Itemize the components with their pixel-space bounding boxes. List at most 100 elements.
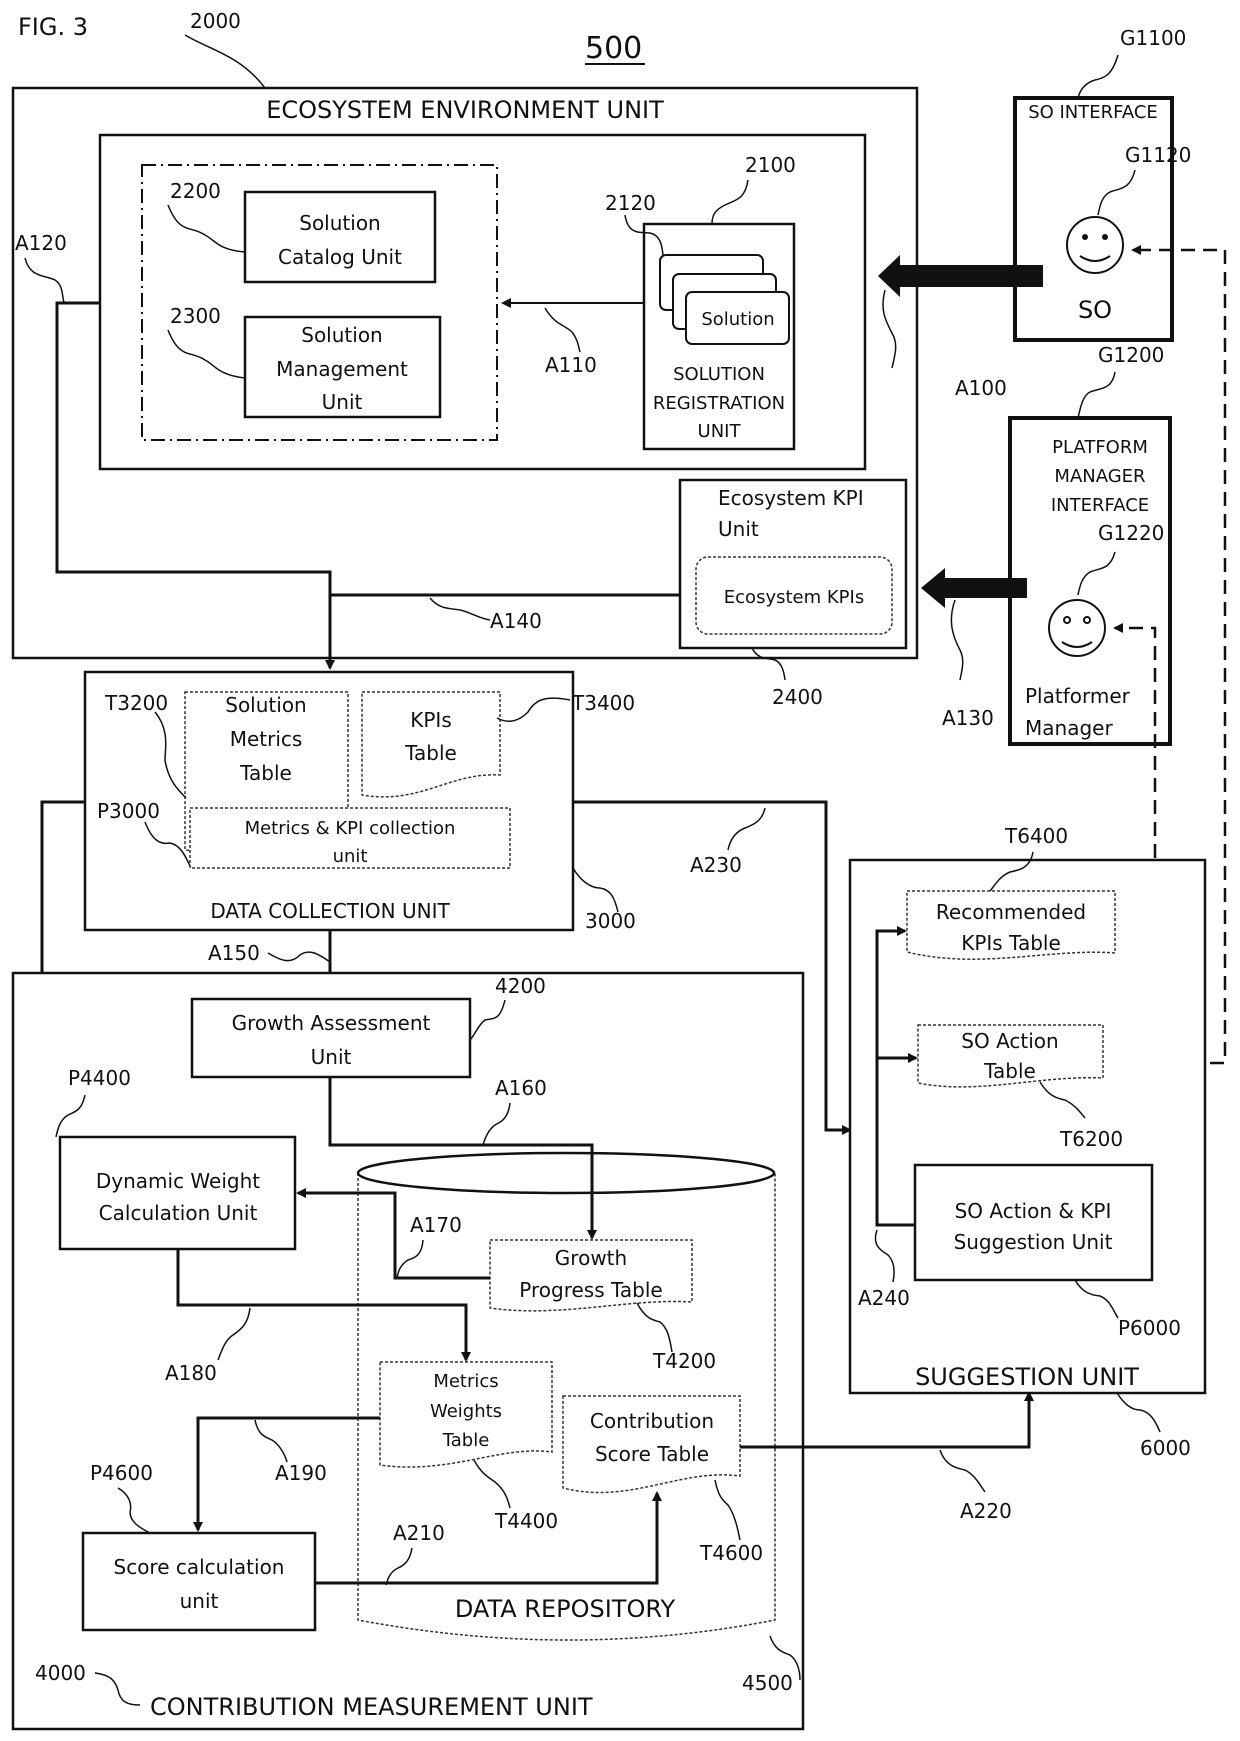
ref-p6000: P6000 [1118, 1316, 1181, 1340]
ref-t4400: T4400 [494, 1509, 558, 1533]
label-a230: A230 [690, 853, 742, 877]
so-actor-label: SO [1078, 296, 1112, 324]
ref-g1100: G1100 [1120, 26, 1186, 50]
solution-registration-line2: REGISTRATION [653, 393, 785, 414]
solution-card-label: Solution [701, 309, 774, 330]
label-a170: A170 [410, 1213, 462, 1237]
recommended-kpis-line1: Recommended [936, 900, 1086, 924]
solution-management-line1: Solution [301, 323, 382, 347]
ref-p3000: P3000 [97, 799, 160, 823]
label-a240: A240 [858, 1286, 910, 1310]
growth-assessment-line2: Unit [311, 1045, 352, 1069]
score-calculation-unit [81, 1531, 317, 1632]
platform-manager-line2: MANAGER [1054, 466, 1145, 487]
leader-2000 [184, 34, 266, 89]
ref-2200: 2200 [170, 179, 221, 203]
label-a180: A180 [165, 1361, 217, 1385]
contribution-measurement-unit: 4000 CONTRIBUTION MEASUREMENT UNIT Growt… [11, 971, 805, 1731]
label-a210: A210 [393, 1521, 445, 1545]
recommended-kpis-line2: KPIs Table [961, 931, 1061, 955]
ref-p4400: P4400 [68, 1066, 131, 1090]
label-a100: A100 [955, 376, 1007, 400]
metrics-weights-line2: Weights [430, 1401, 502, 1422]
ref-g1220: G1220 [1098, 521, 1164, 545]
ref-g1200: G1200 [1098, 343, 1164, 367]
metrics-weights-line3: Table [442, 1430, 490, 1451]
solution-management-line2: Management [276, 357, 408, 381]
ref-t6200: T6200 [1059, 1127, 1123, 1151]
leader-a220 [939, 1449, 986, 1493]
metrics-weights-line1: Metrics [433, 1371, 498, 1392]
solution-metrics-line1: Solution [225, 693, 306, 717]
dynamic-weight-calculation-unit [58, 1135, 297, 1251]
solution-catalog-line2: Catalog Unit [278, 245, 402, 269]
growth-assessment-line1: Growth Assessment [232, 1011, 431, 1035]
suggestion-unit-title: SUGGESTION UNIT [915, 1363, 1139, 1391]
data-collection-unit: DATA COLLECTION UNIT Solution Metrics Ta… [83, 670, 636, 933]
leader-6000 [1116, 1392, 1161, 1433]
solution-management-line3: Unit [322, 390, 363, 414]
kpis-table-line2: Table [404, 741, 457, 765]
ref-g1120: G1120 [1125, 143, 1191, 167]
system-ref: 500 [585, 31, 642, 66]
ref-2000: 2000 [190, 9, 241, 33]
ref-2300: 2300 [170, 304, 221, 328]
label-a220: A220 [960, 1499, 1012, 1523]
label-a110: A110 [545, 353, 597, 377]
ref-t3200: T3200 [104, 691, 168, 715]
platform-manager-interface: G1200 PLATFORM MANAGER INTERFACE G1220 P… [1008, 343, 1172, 746]
leader-g1200 [1077, 371, 1116, 419]
ref-2100: 2100 [745, 153, 796, 177]
suggestion-engine-line2: Suggestion Unit [954, 1230, 1113, 1254]
leader-g1100 [1077, 54, 1119, 99]
leader-3000 [572, 867, 619, 913]
label-a190: A190 [275, 1461, 327, 1485]
ref-3000: 3000 [585, 909, 636, 933]
platform-manager-line3: INTERFACE [1051, 495, 1149, 516]
ref-2120: 2120 [605, 191, 656, 215]
data-repository-title: DATA REPOSITORY [455, 1595, 676, 1623]
ref-4000: 4000 [35, 1661, 86, 1685]
score-calculation-line2: unit [180, 1589, 219, 1613]
label-a130: A130 [942, 706, 994, 730]
so-interface-title: SO INTERFACE [1028, 102, 1158, 123]
ref-2400: 2400 [772, 685, 823, 709]
growth-progress-line1: Growth [555, 1246, 627, 1270]
label-a150: A150 [208, 941, 260, 965]
leader-a230 [727, 807, 766, 851]
ecosystem-kpi-line2: Unit [718, 517, 759, 541]
ref-t3400: T3400 [571, 691, 635, 715]
ref-p4600: P4600 [90, 1461, 153, 1485]
solution-metrics-line3: Table [239, 761, 292, 785]
data-collection-title: DATA COLLECTION UNIT [210, 899, 450, 923]
solution-registration-line3: UNIT [698, 421, 742, 442]
ecosystem-environment-unit: 2000 ECOSYSTEM ENVIRONMENT UNIT 2200 Sol… [11, 9, 919, 709]
dynamic-weight-line1: Dynamic Weight [96, 1169, 260, 1193]
ref-t4600: T4600 [699, 1541, 763, 1565]
solution-registration-line1: SOLUTION [673, 364, 765, 385]
contribution-measurement-title: CONTRIBUTION MEASUREMENT UNIT [150, 1693, 593, 1721]
kpis-table-line1: KPIs [410, 708, 452, 732]
platform-manager-actor-line1: Platformer [1025, 684, 1131, 708]
so-action-line2: Table [983, 1059, 1036, 1083]
so-action-line1: SO Action [961, 1029, 1058, 1053]
score-calculation-line1: Score calculation [114, 1555, 285, 1579]
label-a140: A140 [490, 609, 542, 633]
ecosystem-kpis-label: Ecosystem KPIs [724, 587, 864, 608]
so-interface: G1100 SO INTERFACE G1120 SO [1013, 26, 1191, 342]
leader-a150 [267, 951, 331, 963]
ref-t6400: T6400 [1004, 824, 1068, 848]
solution-catalog-line1: Solution [299, 211, 380, 235]
platform-manager-line1: PLATFORM [1052, 437, 1148, 458]
ref-6000: 6000 [1140, 1436, 1191, 1460]
label-a120: A120 [15, 231, 67, 255]
collection-unit-line1: Metrics & KPI collection [245, 818, 456, 839]
contribution-score-line1: Contribution [590, 1409, 714, 1433]
ref-4500: 4500 [742, 1671, 793, 1695]
ref-4200: 4200 [495, 974, 546, 998]
figure-label: FIG. 3 [18, 13, 88, 41]
suggestion-unit: SUGGESTION UNIT 6000 Recommended KPIs Ta… [848, 824, 1207, 1460]
dynamic-weight-line2: Calculation Unit [99, 1201, 258, 1225]
ecosystem-kpi-line1: Ecosystem KPI [718, 486, 864, 510]
solution-metrics-line2: Metrics [230, 727, 303, 751]
